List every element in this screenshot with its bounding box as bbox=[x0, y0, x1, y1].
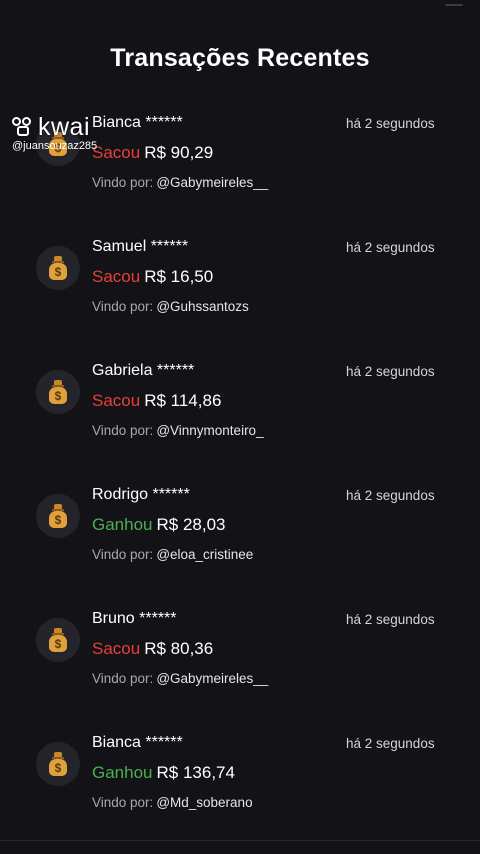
watermark-handle: @juansouzaz285 bbox=[12, 140, 98, 152]
transaction-via: Vindo por: @Guhssantozs bbox=[92, 299, 249, 314]
via-user: @Guhssantozs bbox=[156, 299, 249, 314]
transaction-via: Vindo por: @Md_soberano bbox=[92, 795, 253, 810]
via-label: Vindo por: bbox=[92, 671, 154, 686]
transaction-via: Vindo por: @Vinnymonteiro_ bbox=[92, 423, 264, 438]
money-bag-icon: $ bbox=[36, 742, 80, 786]
transaction-via: Vindo por: @eloa_cristinee bbox=[92, 547, 253, 562]
transaction-item: $ Rodrigo ****** há 2 segundos Ganhou R$ … bbox=[0, 484, 480, 608]
via-user: @Md_soberano bbox=[156, 795, 253, 810]
transaction-time: há 2 segundos bbox=[346, 116, 435, 131]
transaction-action: Ganhou bbox=[92, 763, 153, 782]
via-user: @Gabymeireles__ bbox=[156, 175, 269, 190]
transaction-amount: R$ 136,74 bbox=[156, 763, 235, 782]
transaction-amount-line: Sacou R$ 80,36 bbox=[92, 639, 213, 659]
transaction-item: $ Bruno ****** há 2 segundos Sacou R$ 80,… bbox=[0, 608, 480, 732]
transaction-amount-line: Sacou R$ 114,86 bbox=[92, 391, 221, 411]
via-label: Vindo por: bbox=[92, 547, 154, 562]
transaction-amount: R$ 114,86 bbox=[144, 391, 222, 410]
transaction-name: Gabriela ****** bbox=[92, 362, 195, 379]
transaction-time: há 2 segundos bbox=[346, 612, 435, 627]
kwai-watermark: kwai @juansouzaz285 bbox=[12, 113, 112, 152]
transaction-action: Ganhou bbox=[92, 515, 153, 534]
money-bag-icon: $ bbox=[36, 618, 80, 662]
via-label: Vindo por: bbox=[92, 423, 154, 438]
watermark-brand: kwai bbox=[38, 113, 91, 141]
via-user: @Gabymeireles__ bbox=[156, 671, 269, 686]
transaction-action: Sacou bbox=[92, 391, 141, 410]
money-bag-icon: $ bbox=[36, 370, 80, 414]
transaction-via: Vindo por: @Gabymeireles__ bbox=[92, 671, 268, 686]
transactions-list: $ Bianca ****** há 2 segundos Sacou R$ 90… bbox=[0, 112, 480, 854]
transaction-amount-line: Ganhou R$ 28,03 bbox=[92, 515, 226, 535]
transaction-amount: R$ 90,29 bbox=[144, 143, 214, 162]
via-user: @Vinnymonteiro_ bbox=[156, 423, 264, 438]
via-label: Vindo por: bbox=[92, 795, 154, 810]
transaction-amount-line: Ganhou R$ 136,74 bbox=[92, 763, 235, 783]
via-user: @eloa_cristinee bbox=[156, 547, 254, 562]
transaction-item: $ Samuel ****** há 2 segundos Sacou R$ 16… bbox=[0, 236, 480, 360]
transaction-amount: R$ 16,50 bbox=[144, 267, 214, 286]
transaction-time: há 2 segundos bbox=[346, 240, 435, 255]
transaction-action: Sacou bbox=[92, 639, 141, 658]
transaction-item: $ Bianca ****** há 2 segundos Ganhou R$ 1… bbox=[0, 732, 480, 854]
transaction-name: Samuel ****** bbox=[92, 238, 189, 255]
page-title: Transações Recentes bbox=[110, 44, 370, 72]
transaction-name: Bianca ****** bbox=[92, 734, 183, 751]
transaction-amount: R$ 80,36 bbox=[144, 639, 214, 658]
money-bag-icon: $ bbox=[36, 246, 80, 290]
transaction-time: há 2 segundos bbox=[346, 736, 435, 751]
transaction-name: Bruno ****** bbox=[92, 610, 177, 627]
transaction-item: $ Gabriela ****** há 2 segundos Sacou R$ … bbox=[0, 360, 480, 484]
top-handle bbox=[445, 4, 463, 6]
transaction-amount: R$ 28,03 bbox=[156, 515, 226, 534]
bottom-bar bbox=[0, 840, 480, 854]
kwai-logo-icon bbox=[12, 117, 34, 137]
transaction-action: Sacou bbox=[92, 267, 141, 286]
transaction-name: Rodrigo ****** bbox=[92, 486, 190, 503]
via-label: Vindo por: bbox=[92, 299, 154, 314]
transaction-time: há 2 segundos bbox=[346, 364, 435, 379]
transaction-via: Vindo por: @Gabymeireles__ bbox=[92, 175, 268, 190]
transaction-time: há 2 segundos bbox=[346, 488, 435, 503]
money-bag-icon: $ bbox=[36, 494, 80, 538]
via-label: Vindo por: bbox=[92, 175, 154, 190]
transaction-amount-line: Sacou R$ 16,50 bbox=[92, 267, 213, 287]
